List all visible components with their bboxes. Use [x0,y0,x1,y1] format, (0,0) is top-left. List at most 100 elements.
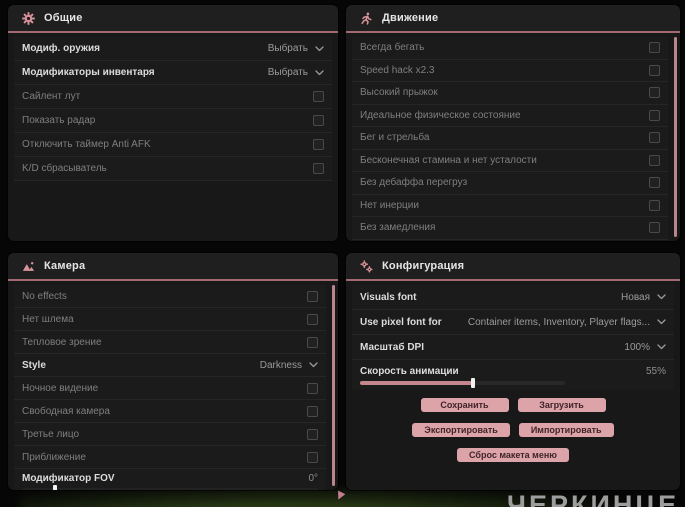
row-inventory-mods: Модификаторы инвентаря Выбрать [14,61,332,85]
slider-handle[interactable] [470,377,475,388]
row-run-and-shoot: Бег и стрельба [352,127,668,150]
row-weapon-mods: Модиф. оружия Выбрать [14,37,332,61]
row-visuals-font: Visuals font Новая [352,285,674,310]
row-label: Показать радар [22,115,96,126]
row-label: Бег и стрельба [360,132,430,144]
image-icon [22,260,35,273]
thermal-vision-checkbox[interactable] [307,336,318,348]
speed-hack-checkbox[interactable] [649,64,660,76]
panel-header-movement: Движение [346,5,680,33]
dropdown-value: Darkness [259,359,302,371]
location-name-text: ЧЕРКИНЦЕ [507,490,680,507]
dpi-scale-dropdown[interactable]: 100% [624,342,666,353]
slider-handle[interactable] [52,484,57,490]
inventory-mods-dropdown[interactable]: Выбрать [268,67,324,78]
row-no-overload-debuff: Без дебаффа перегруз [352,172,668,195]
silent-loot-checkbox[interactable] [313,91,324,102]
panel-header-general: Общие [8,5,338,33]
row-label: Speed hack x2.3 [360,64,435,76]
row-label: Всегда бегать [360,42,425,54]
perfect-physical-condition-checkbox[interactable] [649,109,660,121]
row-label: Отключить таймер Anti AFK [22,139,151,150]
row-label: Без дебаффа перегруз [360,177,468,189]
row-label: Тепловое зрение [22,336,102,348]
row-no-slowdown: Без замедления [352,217,668,240]
row-show-radar: Показать радар [14,109,332,133]
button-row: Сброс макета меню [352,448,674,462]
fov-modifier-slider[interactable] [22,484,318,490]
free-camera-checkbox[interactable] [307,405,318,417]
row-label: Сайлент лут [22,91,81,102]
scrollbar[interactable] [332,285,335,486]
save-button[interactable]: Сохранить [420,398,509,412]
dropdown-value: Выбрать [267,67,308,78]
row-kd-resetter: K/D сбрасыватель [14,157,332,181]
disable-anti-afk-timer-checkbox[interactable] [313,139,324,150]
pixel-font-for-dropdown[interactable]: Container items, Inventory, Player flags… [468,317,666,328]
row-high-jump: Высокий прыжок [352,82,668,105]
dropdown-value: 100% [624,341,650,353]
row-label: K/D сбрасыватель [22,163,107,174]
export-button[interactable]: Экспортировать [412,423,510,437]
row-no-effects: No effects [14,285,326,308]
row-speed-hack: Speed hack x2.3 [352,60,668,82]
scrollbar[interactable] [674,37,677,237]
run-and-shoot-checkbox[interactable] [649,132,660,144]
row-free-camera: Свободная камера [14,400,326,423]
gear-icon [22,11,35,25]
panel-movement: Движение Всегда бегать Speed hack x2.3 Высо… [346,5,680,241]
zoom-checkbox[interactable] [307,451,318,463]
row-thermal-vision: Тепловое зрение [14,331,326,354]
rows: No effects Нет шлема Тепловое зрение Style D… [8,281,338,490]
import-button[interactable]: Импортировать [518,423,614,437]
chevron-down-icon [657,344,666,350]
row-always-run: Всегда бегать [352,37,668,60]
panel-general: Общие Модиф. оружия Выбрать Модификаторы ин… [8,5,338,241]
dropdown-value: Выбрать [267,43,308,54]
runner-icon [360,12,373,25]
show-radar-checkbox[interactable] [313,115,324,126]
row-label: Свободная камера [22,405,110,417]
row-label: Модиф. оружия [22,43,100,54]
load-button[interactable]: Загрузить [517,398,606,412]
cheat-menu-screen: ЧЕРКИНЦЕ Общие Модиф. оружия Выбрать Модифи… [0,0,685,507]
always-run-checkbox[interactable] [649,42,660,54]
kd-resetter-checkbox[interactable] [313,163,324,174]
row-label: Use pixel font for [360,316,442,328]
row-pixel-font-for: Use pixel font for Container items, Inven… [352,310,674,335]
no-helmet-checkbox[interactable] [307,313,318,325]
row-label: Нет инерции [360,199,419,211]
no-effects-checkbox[interactable] [307,290,318,302]
rows: Visuals font Новая Use pixel font for Conta… [346,281,680,462]
panel-camera: Камера No effects Нет шлема Тепловое зрение… [8,253,338,490]
button-row: Экспортировать Импортировать [352,423,674,437]
chevron-down-icon [315,45,324,52]
button-row: Сохранить Загрузить [352,398,674,412]
reset-menu-layout-button[interactable]: Сброс макета меню [457,448,569,462]
row-silent-loot: Сайлент лут [14,85,332,109]
no-slowdown-checkbox[interactable] [649,222,660,234]
animation-speed-slider[interactable] [360,377,565,388]
no-inertia-checkbox[interactable] [649,199,660,211]
slider-value: 0° [308,472,318,484]
weapon-mods-dropdown[interactable]: Выбрать [268,43,324,54]
row-label: Модификатор FOV [22,472,115,484]
visuals-font-dropdown[interactable]: Новая [621,292,666,303]
night-vision-checkbox[interactable] [307,382,318,394]
high-jump-checkbox[interactable] [649,87,660,99]
slider-fill [360,380,473,385]
row-label: No effects [22,290,67,302]
row-label: Без замедления [360,222,436,234]
row-label: Модификаторы инвентаря [22,67,155,78]
panel-header-config: Конфигурация [346,253,680,281]
chevron-down-icon [657,319,666,325]
infinite-stamina-checkbox[interactable] [649,154,660,166]
third-person-checkbox[interactable] [307,428,318,440]
panel-title: Общие [44,12,83,24]
row-perfect-physical-condition: Идеальное физическое состояние [352,105,668,127]
button-grid: Сохранить Загрузить Экспортировать Импортир… [352,398,674,462]
row-disable-anti-afk-timer: Отключить таймер Anti AFK [14,133,332,157]
rows: Всегда бегать Speed hack x2.3 Высокий прыж… [346,33,680,240]
style-dropdown[interactable]: Darkness [260,360,318,371]
no-overload-debuff-checkbox[interactable] [649,177,660,189]
